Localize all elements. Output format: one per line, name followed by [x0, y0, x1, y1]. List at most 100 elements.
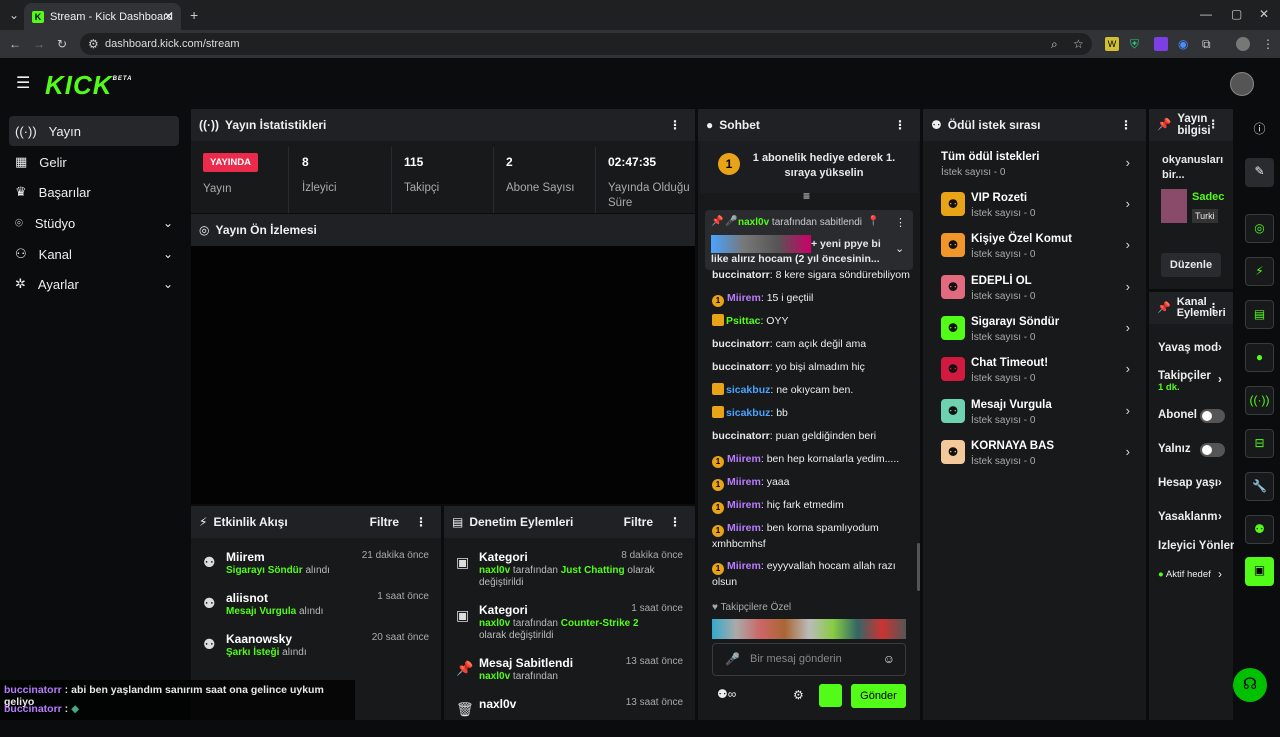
action-active-target[interactable]: ● Aktif hedef ›: [1158, 569, 1228, 580]
bookmark-star-icon[interactable]: ☆: [1073, 38, 1084, 50]
nav-item-gelir[interactable]: ▦ Gelir: [9, 147, 179, 177]
maximize-icon[interactable]: ▢: [1231, 8, 1242, 20]
address-bar[interactable]: dashboard.kick.com/stream: [80, 33, 1092, 55]
hamburger-menu-icon[interactable]: ☰: [16, 76, 30, 92]
chat-username[interactable]: Miirem: [727, 522, 761, 534]
minimize-icon[interactable]: —: [1200, 8, 1212, 20]
nav-item-studyo[interactable]: ⌾ Stüdyo ⌄: [9, 208, 179, 238]
kick-logo[interactable]: KICKBETA: [45, 70, 132, 101]
chat-username[interactable]: Miirem: [727, 453, 761, 465]
user-avatar[interactable]: [1230, 72, 1254, 96]
chat-username[interactable]: buccinatorr: [712, 430, 770, 442]
info-icon[interactable]: ⓘ: [1245, 116, 1274, 145]
site-info-icon[interactable]: ⚙: [88, 38, 99, 50]
chat-username[interactable]: sicakbuz: [726, 384, 770, 396]
edit-pencil-icon[interactable]: ✎: [1245, 158, 1274, 187]
action-banned-words[interactable]: Yasaklanm ›: [1158, 511, 1228, 523]
only-toggle[interactable]: [1200, 443, 1225, 457]
filter-button[interactable]: Filtre: [624, 515, 653, 529]
document-icon[interactable]: ▤: [1245, 300, 1274, 329]
kebab-menu-icon[interactable]: ⋮: [415, 515, 427, 529]
back-icon[interactable]: ←: [9, 38, 21, 50]
trash-icon: 🗑: [456, 701, 474, 717]
settings-gear-icon[interactable]: ⚙: [793, 689, 804, 701]
category-name[interactable]: Sadec: [1192, 191, 1224, 203]
chat-bubble-icon[interactable]: ●: [1245, 343, 1274, 372]
nav-item-basarilar[interactable]: ♛ Başarılar: [9, 177, 179, 207]
edit-button[interactable]: Düzenle: [1161, 253, 1221, 277]
chat-promo[interactable]: 1 1 abonelik hediye ederek 1. sıraya yük…: [700, 141, 918, 193]
extension-purple-icon[interactable]: [1154, 37, 1168, 51]
action-followers-only[interactable]: Takipçiler › 1 dk.: [1158, 370, 1228, 396]
reward-icon[interactable]: ⚉: [1245, 515, 1274, 544]
bolt-icon[interactable]: ⚡: [1245, 257, 1274, 286]
reward-row[interactable]: ⚉ EDEPLİ OL İstek sayısı - 0 ›: [940, 273, 1140, 309]
forward-icon[interactable]: →: [33, 38, 45, 50]
all-rewards-row[interactable]: Tüm ödül istekleri İstek sayısı - 0 ›: [940, 149, 1140, 185]
zoom-icon[interactable]: ⌕: [1051, 38, 1058, 50]
close-tab-icon[interactable]: ✕: [164, 10, 173, 23]
kick-app-icon[interactable]: ▣: [1245, 557, 1274, 586]
kebab-menu-icon[interactable]: ⋮: [895, 216, 906, 229]
chat-username[interactable]: buccinatorr: [712, 338, 770, 350]
nav-item-ayarlar[interactable]: ✲ Ayarlar ⌄: [9, 269, 179, 299]
emoji-icon[interactable]: ☺: [883, 652, 895, 666]
extension-w-icon[interactable]: W: [1105, 37, 1119, 51]
extensions-puzzle-icon[interactable]: ⧉: [1202, 38, 1211, 50]
kebab-menu-icon[interactable]: ⋮: [1208, 119, 1220, 131]
kick-emote-button[interactable]: [819, 684, 842, 707]
browser-tab[interactable]: K Stream - Kick Dashboard ✕: [24, 3, 181, 30]
filter-lines-icon[interactable]: ≡: [803, 190, 810, 202]
reward-row[interactable]: ⚉ Mesajı Vurgula İstek sayısı - 0 ›: [940, 397, 1140, 433]
filter-button[interactable]: Filtre: [370, 515, 399, 529]
unpin-icon[interactable]: 📍: [867, 216, 879, 227]
chat-username[interactable]: buccinatorr: [712, 269, 770, 281]
kebab-menu-icon[interactable]: ⋮: [1120, 118, 1132, 132]
points-icon[interactable]: ⚉∞: [717, 688, 736, 700]
new-tab-icon[interactable]: +: [190, 8, 198, 22]
wrench-icon[interactable]: 🔧: [1245, 472, 1274, 501]
stat-uptime: 02:47:35 Yayında Olduğu Süre: [596, 147, 695, 213]
reload-icon[interactable]: ↻: [57, 38, 67, 50]
chat-username[interactable]: Miirem: [727, 476, 761, 488]
extension-shield-icon[interactable]: ⛨: [1130, 38, 1139, 50]
chat-username[interactable]: sicakbuz: [726, 407, 770, 419]
chat-username[interactable]: Psittac: [726, 315, 760, 327]
reward-row[interactable]: ⚉ Kişiye Özel Komut İstek sayısı - 0 ›: [940, 231, 1140, 267]
profile-avatar-icon[interactable]: [1236, 37, 1250, 51]
reward-row[interactable]: ⚉ Chat Timeout! İstek sayısı - 0 ›: [940, 355, 1140, 391]
chat-username[interactable]: Miirem: [727, 499, 761, 511]
pin-icon: 📌: [456, 660, 474, 676]
emote-row[interactable]: [712, 619, 906, 639]
layout-icon[interactable]: ⊟: [1245, 429, 1274, 458]
chat-username[interactable]: buccinatorr: [712, 361, 770, 373]
action-slow-mode[interactable]: Yavaş mod ›: [1158, 342, 1228, 354]
chat-input[interactable]: 🎤 Bir mesaj gönderin ☺: [712, 643, 906, 676]
browser-menu-icon[interactable]: ⋮: [1262, 38, 1274, 50]
kebab-menu-icon[interactable]: ⋮: [669, 515, 681, 529]
tab-search-icon[interactable]: ⌄: [9, 9, 19, 21]
kebab-menu-icon[interactable]: ⋮: [894, 118, 906, 132]
chat-username[interactable]: Miirem: [727, 292, 761, 304]
close-window-icon[interactable]: ✕: [1259, 8, 1269, 20]
kebab-menu-icon[interactable]: ⋮: [1208, 302, 1219, 314]
reward-row[interactable]: ⚉ Sigarayı Söndür İstek sayısı - 0 ›: [940, 314, 1140, 350]
broadcast-icon[interactable]: ((·)): [1245, 386, 1274, 415]
subscribers-only-toggle[interactable]: [1200, 409, 1225, 423]
send-button[interactable]: Gönder: [851, 684, 906, 708]
chat-username[interactable]: Miirem: [727, 560, 761, 572]
reward-row[interactable]: ⚉ KORNAYA BAS İstek sayısı - 0 ›: [940, 438, 1140, 474]
kebab-menu-icon[interactable]: ⋮: [669, 118, 681, 132]
reward-row[interactable]: ⚉ VIP Rozeti İstek sayısı - 0 ›: [940, 190, 1140, 226]
mic-icon[interactable]: 🎤: [725, 652, 740, 666]
chat-scrollbar[interactable]: [917, 543, 920, 591]
camera-icon[interactable]: ◎: [1245, 214, 1274, 243]
extension-blue-icon[interactable]: ◉: [1178, 38, 1188, 50]
action-account-age[interactable]: Hesap yaşı ›: [1158, 477, 1228, 489]
nav-item-kanal[interactable]: ⚇ Kanal ⌄: [9, 239, 179, 269]
nav-item-yayin[interactable]: ((·)) Yayın: [9, 116, 179, 146]
chevron-down-icon[interactable]: ⌄: [895, 242, 904, 255]
mod-value: Just Chatting: [560, 565, 625, 576]
overlay-line: buccinatorr : ◆: [4, 703, 80, 715]
support-headset-icon[interactable]: ☊: [1233, 668, 1267, 702]
